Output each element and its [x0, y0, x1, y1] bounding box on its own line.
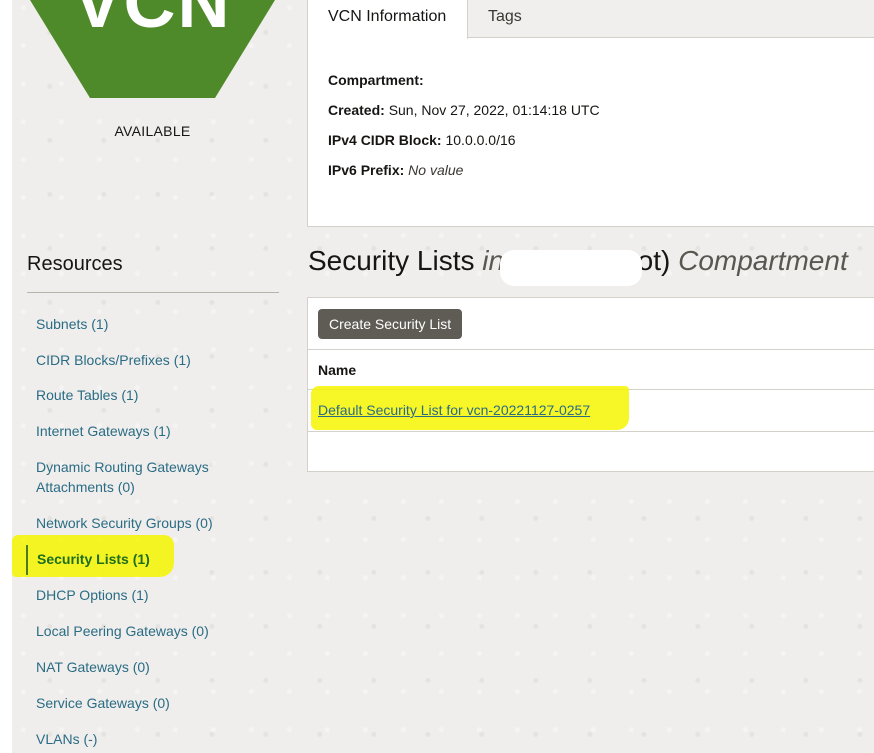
sidebar-item-dhcp-options[interactable]: DHCP Options (1) — [36, 585, 256, 605]
ipv4-row: IPv4 CIDR Block: 10.0.0.0/16 — [328, 132, 516, 148]
sidebar-item-cidr-blocks[interactable]: CIDR Blocks/Prefixes (1) — [36, 350, 256, 370]
sidebar-item-drg-attachments[interactable]: Dynamic Routing Gateways Attachments (0) — [36, 457, 226, 497]
sidebar-item-network-security-groups[interactable]: Network Security Groups (0) — [36, 513, 256, 533]
table-row: Default Security List for vcn-20221127-0… — [308, 386, 874, 432]
vcn-badge: VCN — [30, 0, 275, 98]
ipv4-label: IPv4 CIDR Block: — [328, 132, 442, 148]
column-header-name[interactable]: Name — [318, 362, 356, 378]
tab-vcn-information[interactable]: VCN Information — [308, 0, 468, 39]
resources-divider — [27, 292, 279, 293]
created-label: Created: — [328, 102, 385, 118]
ipv6-value: No value — [408, 162, 464, 178]
compartment-label: Compartment: — [328, 72, 424, 88]
lifecycle-status: AVAILABLE — [114, 123, 191, 139]
tab-tags[interactable]: Tags — [468, 0, 542, 38]
security-list-link[interactable]: Default Security List for vcn-20221127-0… — [318, 402, 590, 418]
ipv4-value: 10.0.0.0/16 — [445, 132, 516, 148]
security-lists-table: Create Security List Name Default Securi… — [307, 297, 874, 472]
info-tabs: VCN Information Tags — [308, 0, 874, 39]
ipv6-row: IPv6 Prefix: No value — [328, 162, 463, 178]
page-title-compartment: Compartment — [678, 245, 848, 276]
page-title-main: Security Lists — [308, 245, 475, 276]
sidebar-item-nat-gateways[interactable]: NAT Gateways (0) — [36, 657, 256, 677]
table-header-row: Name — [308, 349, 874, 390]
ipv6-label: IPv6 Prefix: — [328, 162, 405, 178]
sidebar-item-internet-gateways[interactable]: Internet Gateways (1) — [36, 421, 256, 441]
create-security-list-button[interactable]: Create Security List — [318, 309, 463, 339]
active-item-indicator — [26, 545, 28, 575]
created-value: Sun, Nov 27, 2022, 01:14:18 UTC — [388, 102, 600, 118]
vcn-badge-text: VCN — [73, 0, 232, 43]
sidebar-item-local-peering-gateways[interactable]: Local Peering Gateways (0) — [36, 621, 256, 641]
sidebar-item-route-tables[interactable]: Route Tables (1) — [36, 385, 256, 405]
created-row: Created: Sun, Nov 27, 2022, 01:14:18 UTC — [328, 102, 600, 118]
compartment-name-redacted — [500, 250, 642, 286]
compartment-value-redacted — [433, 73, 524, 90]
resources-title: Resources — [27, 253, 123, 275]
sidebar-item-security-lists[interactable]: Security Lists (1) — [37, 549, 257, 569]
compartment-row: Compartment: — [328, 72, 524, 90]
sidebar-item-service-gateways[interactable]: Service Gateways (0) — [36, 693, 256, 713]
sidebar-item-subnets[interactable]: Subnets (1) — [36, 314, 256, 334]
vcn-info-panel: VCN Information Tags Compartment: Create… — [307, 0, 874, 227]
sidebar-item-vlans[interactable]: VLANs (-) — [36, 729, 256, 749]
